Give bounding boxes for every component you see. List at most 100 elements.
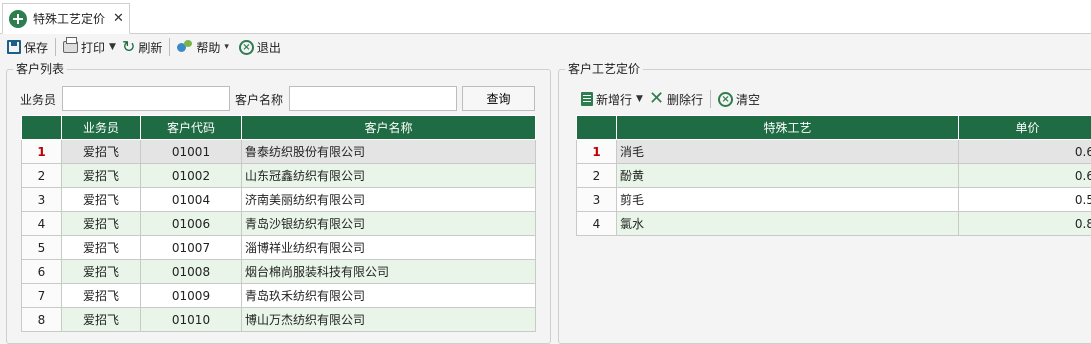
- table-row[interactable]: 3 爱招飞 01004 济南美丽纺织有限公司: [22, 188, 536, 212]
- price-cell[interactable]: 0.8: [959, 212, 1091, 236]
- salesman-input[interactable]: [62, 86, 230, 111]
- table-row[interactable]: 6 爱招飞 01008 烟台棉尚服装科技有限公司: [22, 260, 536, 284]
- customer-code-cell[interactable]: 01006: [141, 212, 242, 236]
- save-button[interactable]: 保存: [4, 36, 51, 58]
- chevron-down-icon[interactable]: ▼: [109, 42, 116, 52]
- customer-name-cell[interactable]: 博山万杰纺织有限公司: [242, 308, 536, 332]
- customer-code-cell[interactable]: 01007: [141, 236, 242, 260]
- tab-strip: 特殊工艺定价 ✕: [0, 0, 1091, 34]
- new-row-button[interactable]: 新增行 ▼: [578, 88, 646, 110]
- column-header-special-process[interactable]: 特殊工艺: [617, 116, 959, 140]
- salesman-cell[interactable]: 爱招飞: [62, 188, 141, 212]
- refresh-button[interactable]: ↻ 刷新: [119, 36, 165, 58]
- table-row[interactable]: 1 消毛 0.6: [577, 140, 1091, 164]
- row-number: 8: [22, 308, 62, 332]
- row-number: 7: [22, 284, 62, 308]
- salesman-cell[interactable]: 爱招飞: [62, 140, 141, 164]
- table-row[interactable]: 2 酚黄 0.6: [577, 164, 1091, 188]
- salesman-cell[interactable]: 爱招飞: [62, 260, 141, 284]
- customer-name-cell[interactable]: 淄博祥业纺织有限公司: [242, 236, 536, 260]
- toolbar-divider: [710, 90, 711, 108]
- customer-code-cell[interactable]: 01009: [141, 284, 242, 308]
- customer-code-cell[interactable]: 01002: [141, 164, 242, 188]
- query-button[interactable]: 查询: [462, 86, 535, 111]
- help-icon: [177, 40, 193, 54]
- column-header-index: [22, 116, 62, 140]
- price-cell[interactable]: 0.6: [959, 140, 1091, 164]
- process-cell[interactable]: 酚黄: [617, 164, 959, 188]
- price-cell[interactable]: 0.6: [959, 164, 1091, 188]
- row-number: 5: [22, 236, 62, 260]
- delete-row-button[interactable]: ✕ 删除行: [646, 88, 706, 110]
- table-row[interactable]: 1 爱招飞 01001 鲁泰纺织股份有限公司: [22, 140, 536, 164]
- chevron-down-icon[interactable]: ▼: [636, 94, 643, 104]
- row-number: 2: [577, 164, 617, 188]
- tab-special-process-pricing[interactable]: 特殊工艺定价 ✕: [2, 3, 130, 34]
- column-header-customer-code[interactable]: 客户代码: [141, 116, 242, 140]
- print-label: 打印: [81, 39, 105, 56]
- salesman-cell[interactable]: 爱招飞: [62, 284, 141, 308]
- process-pricing-title: 客户工艺定价: [565, 62, 643, 76]
- customer-table: 业务员 客户代码 客户名称 1 爱招飞 01001 鲁泰纺织股份有限公司 2 爱…: [21, 115, 536, 332]
- new-row-label: 新增行: [596, 91, 632, 108]
- customer-code-cell[interactable]: 01004: [141, 188, 242, 212]
- customer-name-cell[interactable]: 烟台棉尚服装科技有限公司: [242, 260, 536, 284]
- process-cell[interactable]: 剪毛: [617, 188, 959, 212]
- refresh-label: 刷新: [138, 39, 162, 56]
- pricing-toolbar: 新增行 ▼ ✕ 删除行 × 清空: [578, 88, 763, 110]
- customer-code-cell[interactable]: 01008: [141, 260, 242, 284]
- salesman-cell[interactable]: 爱招飞: [62, 308, 141, 332]
- table-row[interactable]: 2 爱招飞 01002 山东冠鑫纺织有限公司: [22, 164, 536, 188]
- column-header-unit-price[interactable]: 单价: [959, 116, 1091, 140]
- column-header-customer-name[interactable]: 客户名称: [242, 116, 536, 140]
- salesman-label: 业务员: [20, 91, 56, 108]
- clear-button[interactable]: × 清空: [715, 88, 763, 110]
- delete-row-label: 删除行: [667, 91, 703, 108]
- chevron-down-icon[interactable]: ▾: [224, 42, 229, 52]
- delete-icon: ✕: [649, 92, 664, 106]
- customer-name-cell[interactable]: 青岛沙银纺织有限公司: [242, 212, 536, 236]
- process-cell[interactable]: 氯水: [617, 212, 959, 236]
- new-row-icon: [581, 92, 593, 106]
- table-row[interactable]: 7 爱招飞 01009 青岛玖禾纺织有限公司: [22, 284, 536, 308]
- table-header-row: 特殊工艺 单价: [577, 116, 1091, 140]
- table-header-row: 业务员 客户代码 客户名称: [22, 116, 536, 140]
- table-row[interactable]: 3 剪毛 0.5: [577, 188, 1091, 212]
- salesman-cell[interactable]: 爱招飞: [62, 212, 141, 236]
- table-row[interactable]: 5 爱招飞 01007 淄博祥业纺织有限公司: [22, 236, 536, 260]
- table-row[interactable]: 4 爱招飞 01006 青岛沙银纺织有限公司: [22, 212, 536, 236]
- row-number: 4: [577, 212, 617, 236]
- customer-name-cell[interactable]: 青岛玖禾纺织有限公司: [242, 284, 536, 308]
- column-header-salesman[interactable]: 业务员: [62, 116, 141, 140]
- table-row[interactable]: 4 氯水 0.8: [577, 212, 1091, 236]
- exit-label: 退出: [257, 39, 281, 56]
- salesman-cell[interactable]: 爱招飞: [62, 236, 141, 260]
- print-button[interactable]: 打印 ▼: [60, 36, 119, 58]
- close-icon[interactable]: ✕: [113, 11, 124, 26]
- process-cell[interactable]: 消毛: [617, 140, 959, 164]
- row-number: 6: [22, 260, 62, 284]
- module-icon: [9, 10, 27, 28]
- customer-code-cell[interactable]: 01001: [141, 140, 242, 164]
- customer-name-input[interactable]: [289, 86, 457, 111]
- exit-button[interactable]: × 退出: [236, 36, 284, 58]
- customer-name-cell[interactable]: 山东冠鑫纺织有限公司: [242, 164, 536, 188]
- salesman-cell[interactable]: 爱招飞: [62, 164, 141, 188]
- help-button[interactable]: 帮助 ▾: [174, 36, 232, 58]
- column-header-index: [577, 116, 617, 140]
- clear-icon: ×: [718, 92, 733, 107]
- main-toolbar: 保存 打印 ▼ ↻ 刷新 帮助 ▾ × 退出: [0, 35, 1091, 59]
- toolbar-divider: [169, 38, 170, 56]
- printer-icon: [63, 41, 78, 53]
- row-number: 3: [22, 188, 62, 212]
- price-cell[interactable]: 0.5: [959, 188, 1091, 212]
- table-row[interactable]: 8 爱招飞 01010 博山万杰纺织有限公司: [22, 308, 536, 332]
- row-number: 1: [577, 140, 617, 164]
- customer-code-cell[interactable]: 01010: [141, 308, 242, 332]
- row-number: 4: [22, 212, 62, 236]
- help-label: 帮助: [196, 39, 220, 56]
- customer-list-title: 客户列表: [13, 62, 67, 76]
- save-icon: [7, 40, 21, 54]
- customer-name-cell[interactable]: 济南美丽纺织有限公司: [242, 188, 536, 212]
- customer-name-cell[interactable]: 鲁泰纺织股份有限公司: [242, 140, 536, 164]
